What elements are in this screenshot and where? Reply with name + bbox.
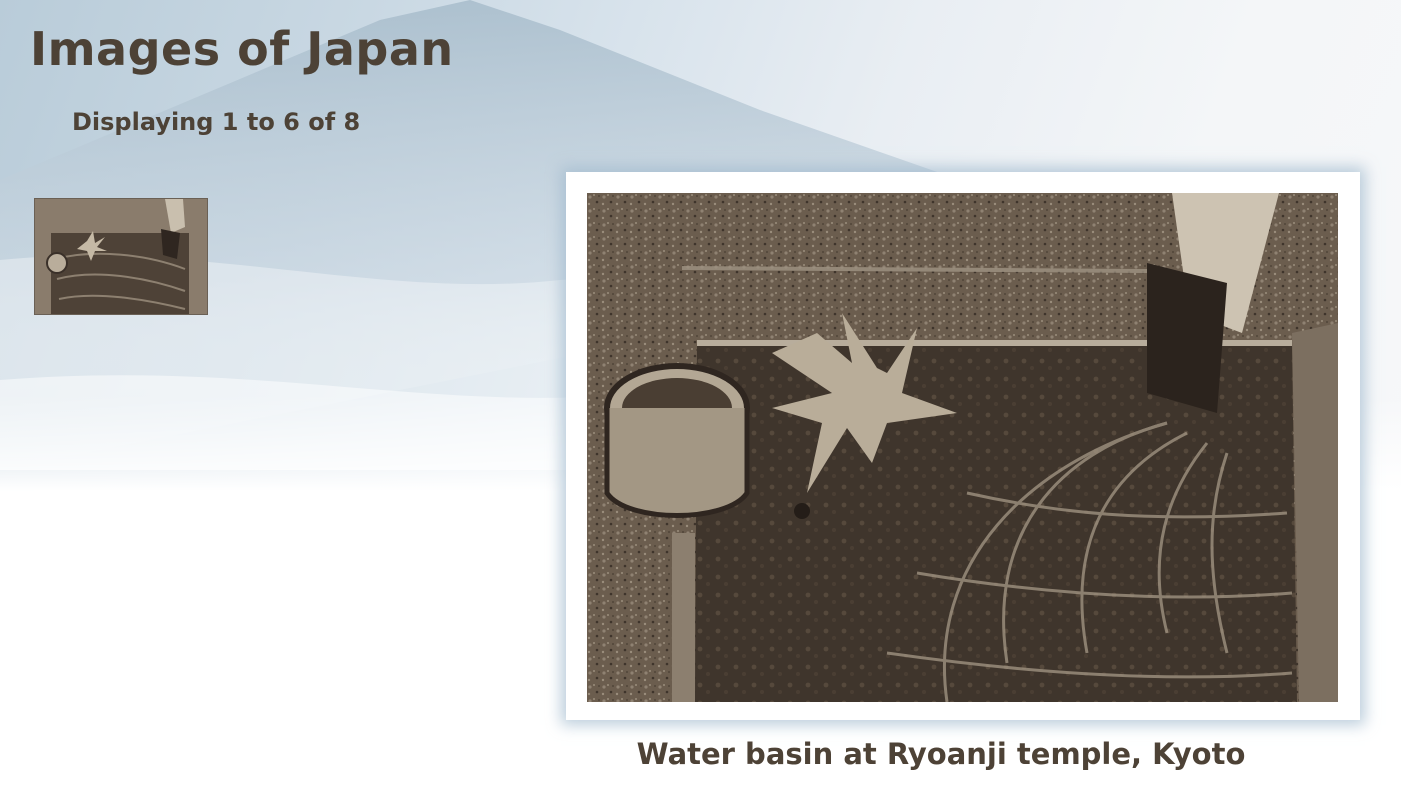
water-basin-photo [587,193,1338,702]
main-photo[interactable] [587,193,1338,702]
photo-frame [566,172,1360,720]
page-title: Images of Japan [30,22,454,76]
thumbnail-water-basin[interactable] [34,198,208,315]
water-basin-thumbnail-image [35,199,207,314]
paging-status: Displaying 1 to 6 of 8 [72,108,361,136]
photo-caption: Water basin at Ryoanji temple, Kyoto [636,737,1246,771]
